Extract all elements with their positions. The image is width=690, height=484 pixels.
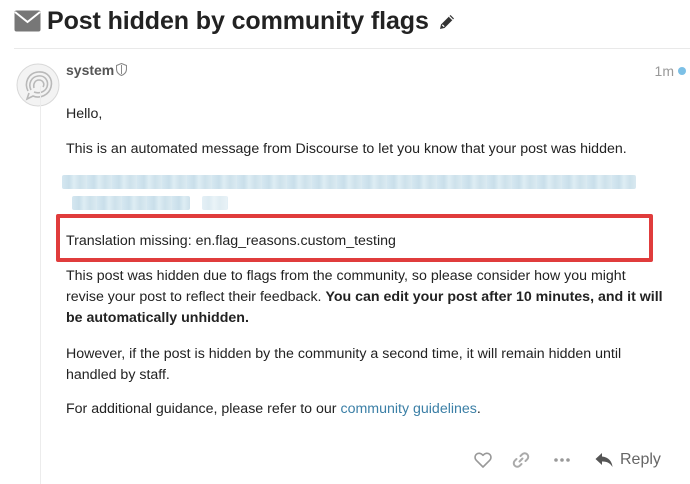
hidden-reason-text: This post was hidden due to flags from t…: [66, 266, 666, 329]
community-guidelines-link[interactable]: community guidelines: [340, 401, 476, 417]
topic-header: Post hidden by community flags: [14, 4, 457, 38]
envelope-icon: [14, 10, 41, 32]
reply-icon: [595, 453, 613, 467]
topic-divider: [14, 48, 690, 49]
post-time[interactable]: 1m: [655, 63, 674, 79]
guidance-suffix: .: [476, 401, 481, 417]
intro-text: This is an automated message from Discou…: [66, 141, 627, 157]
pencil-icon[interactable]: [437, 12, 457, 32]
post-username[interactable]: system: [66, 62, 114, 78]
reply-label: Reply: [620, 451, 661, 468]
shield-icon: [116, 63, 127, 76]
post-thread-line: [40, 86, 41, 484]
redacted-content: [62, 174, 636, 214]
greeting-text: Hello,: [66, 106, 103, 122]
reply-button[interactable]: Reply: [594, 449, 661, 471]
new-post-indicator: [678, 67, 686, 75]
more-icon[interactable]: [552, 450, 572, 470]
topic-title[interactable]: Post hidden by community flags: [47, 7, 429, 36]
translation-missing-text: Translation missing: en.flag_reasons.cus…: [66, 233, 396, 249]
avatar[interactable]: [16, 63, 60, 107]
guidance-prefix: For additional guidance, please refer to…: [66, 401, 341, 417]
guidance-text: For additional guidance, please refer to…: [66, 399, 481, 420]
link-icon[interactable]: [511, 450, 531, 470]
heart-icon[interactable]: [473, 450, 493, 470]
second-time-text: However, if the post is hidden by the co…: [66, 346, 622, 383]
